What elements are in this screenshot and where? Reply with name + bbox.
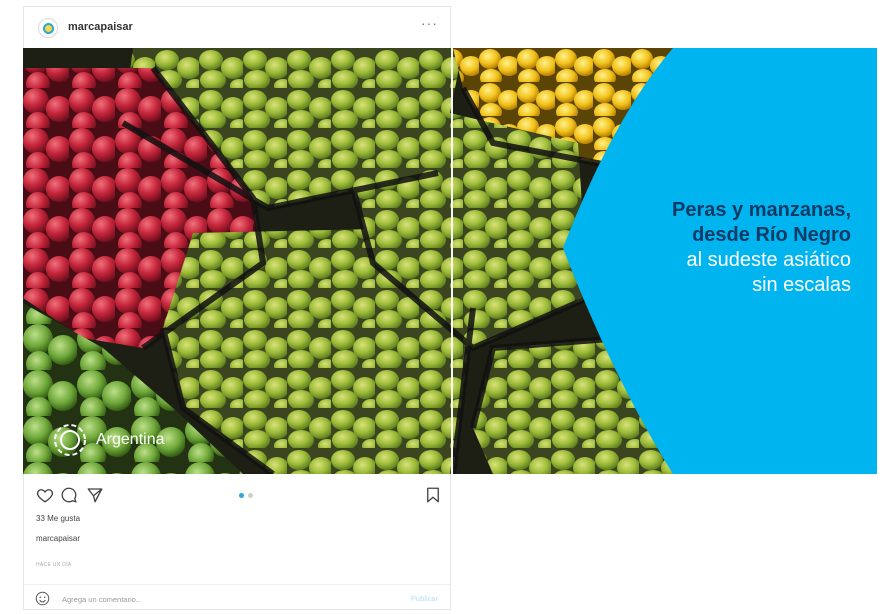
headline-line-1: Peras y manzanas, [672, 199, 851, 221]
comment-bar: Publicar [24, 584, 450, 611]
caption-username[interactable]: marcapaisar [36, 534, 80, 543]
headline-line-3: al sudeste asiático [686, 249, 851, 271]
post-carousel[interactable]: Argentina Peras y manzanas, desde Río Ne… [23, 48, 877, 474]
post-header: marcapaisar ··· [24, 7, 450, 49]
share-icon[interactable] [86, 486, 104, 504]
bookmark-icon[interactable] [424, 486, 442, 504]
comment-input[interactable] [62, 592, 362, 606]
comment-icon[interactable] [60, 486, 78, 504]
headline-line-4: sin escalas [752, 274, 851, 296]
slide-headline: Peras y manzanas, desde Río Negro al sud… [672, 198, 851, 298]
avatar-logo-icon [42, 22, 54, 34]
emoji-icon[interactable] [35, 591, 50, 606]
heart-icon[interactable] [36, 486, 54, 504]
more-options-icon[interactable]: ··· [421, 16, 438, 30]
headline-line-2: desde Río Negro [692, 224, 851, 246]
carousel-dot[interactable] [248, 493, 253, 498]
argentina-sun-logo-icon [54, 424, 86, 456]
post-actions [36, 486, 441, 510]
argentina-brand: Argentina [50, 420, 165, 460]
carousel-dot-active[interactable] [239, 493, 244, 498]
slide-divider [451, 48, 453, 474]
brand-text: Argentina [96, 431, 165, 448]
post-username[interactable]: marcapaisar [68, 21, 133, 33]
post-timestamp: HACE UN DÍA [36, 562, 72, 568]
publish-button[interactable]: Publicar [411, 594, 438, 603]
carousel-indicator [239, 493, 253, 498]
likes-count[interactable]: 33 Me gusta [36, 514, 80, 523]
avatar[interactable] [38, 18, 58, 38]
